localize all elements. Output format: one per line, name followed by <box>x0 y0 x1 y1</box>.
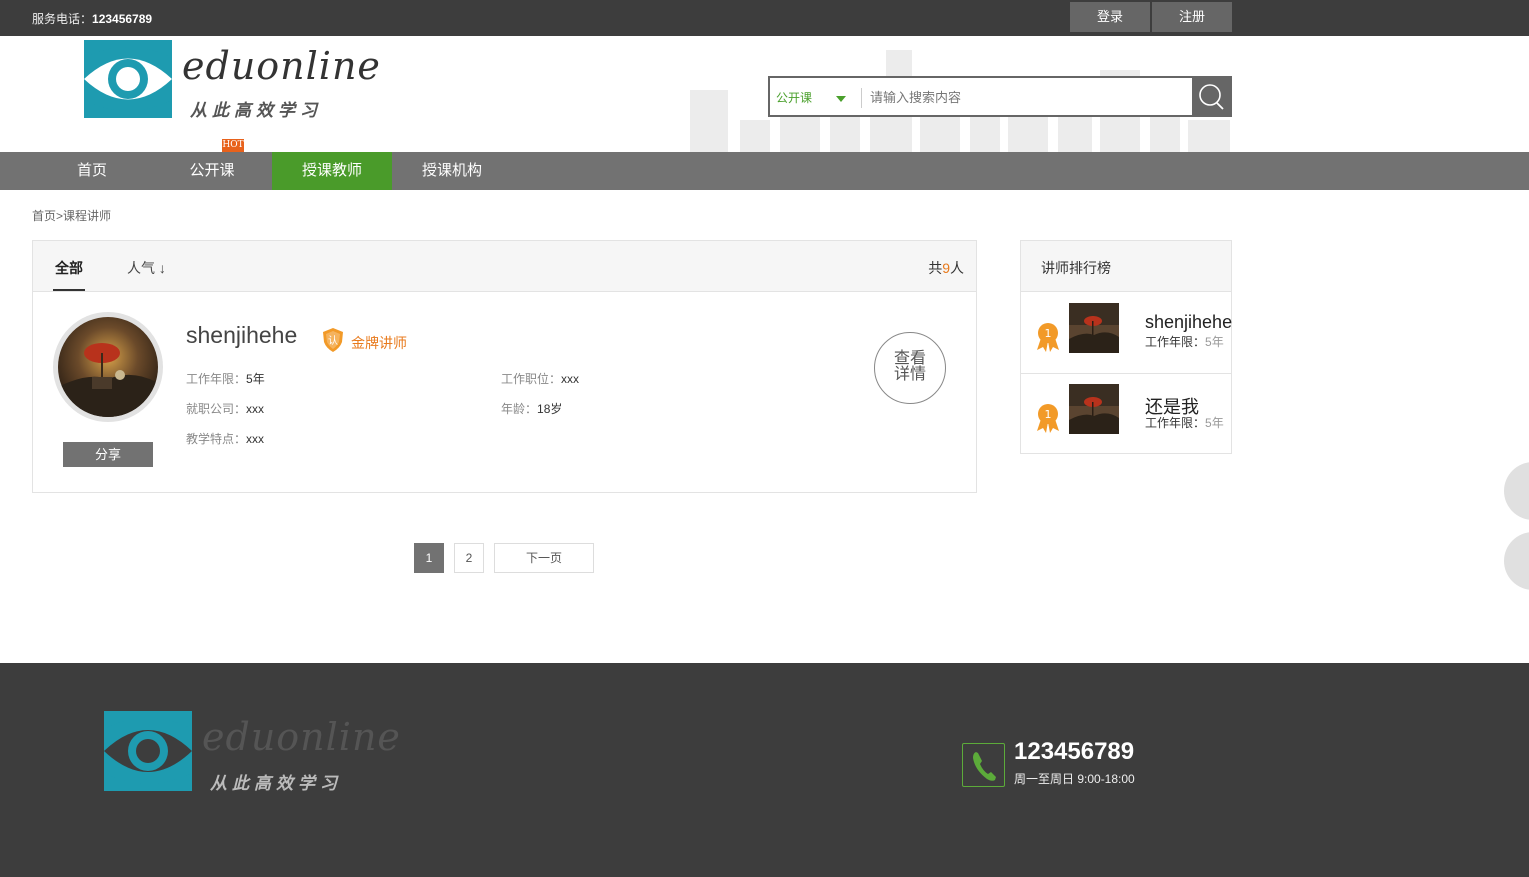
age-field: 年龄：18岁 <box>501 400 562 417</box>
ranking-avatar[interactable] <box>1069 303 1119 353</box>
ranking-teacher-photo <box>1069 303 1119 353</box>
floating-top-button[interactable] <box>1504 532 1529 590</box>
ranking-item[interactable]: 1 还是我 工作年限：5年 <box>1021 374 1231 454</box>
footer: eduonline 从此高效学习 123456789 周一至周日 9:00-18… <box>0 663 1529 877</box>
gold-medal-shield-icon: 认 <box>323 328 343 352</box>
result-count-number: 9 <box>942 260 950 276</box>
nav-item-institutions[interactable]: 授课机构 <box>392 152 512 190</box>
ranking-teacher-name[interactable]: shenjihehe <box>1145 312 1232 333</box>
tab-popularity[interactable]: 人气 ↓ <box>127 258 166 278</box>
teacher-name[interactable]: shenjihehe <box>186 322 297 349</box>
teacher-list-panel: 全部 人气 ↓ 共9人 分享 shenjihehe 认 金牌讲师 工作年限：5年… <box>32 240 977 493</box>
work-years-value: 5年 <box>246 372 265 386</box>
breadcrumb-separator: > <box>56 209 64 223</box>
breadcrumb-current: 课程讲师 <box>63 209 112 223</box>
teaching-feature-label: 教学特点： <box>186 432 247 446</box>
footer-logo-slogan: 从此高效学习 <box>210 774 342 794</box>
ranking-work-years-label: 工作年限： <box>1145 416 1206 430</box>
ranking-avatar[interactable] <box>1069 384 1119 434</box>
ranking-work-years-label: 工作年限： <box>1145 335 1206 349</box>
position-field: 工作职位：xxx <box>501 370 579 387</box>
floating-contact-button[interactable] <box>1504 462 1529 520</box>
chevron-down-icon[interactable] <box>836 96 846 102</box>
register-button[interactable]: 注册 <box>1152 2 1232 32</box>
logo-text: eduonline <box>182 44 381 88</box>
share-button[interactable]: 分享 <box>63 442 153 467</box>
result-count-suffix: 人 <box>950 260 964 276</box>
ranking-title: 讲师排行榜 <box>1021 241 1231 292</box>
hot-badge: HOT <box>222 139 244 152</box>
page-button-2[interactable]: 2 <box>454 543 484 573</box>
breadcrumb-home-link[interactable]: 首页 <box>32 209 56 223</box>
search-input[interactable] <box>870 86 1180 108</box>
position-value: xxx <box>561 372 580 386</box>
view-details-label-line2: 详情 <box>893 366 926 383</box>
svg-text:认: 认 <box>328 334 338 347</box>
header: eduonline 从此高效学习 公开课 <box>0 36 1529 152</box>
tab-all[interactable]: 全部 <box>55 258 83 278</box>
top-bar: 服务电话：123456789 登录 注册 <box>0 0 1529 36</box>
main-nav: 首页 公开课 授课教师 授课机构 <box>0 152 1529 190</box>
teaching-feature-field: 教学特点：xxx <box>186 430 264 447</box>
search-box: 公开课 <box>768 76 1232 117</box>
logo-icon[interactable] <box>84 40 172 118</box>
service-phone: 服务电话：123456789 <box>32 10 152 27</box>
teacher-photo <box>58 317 158 417</box>
next-page-button[interactable]: 下一页 <box>494 543 594 573</box>
footer-phone-number: 123456789 <box>1014 738 1135 765</box>
ranking-work-years-value: 5年 <box>1205 335 1224 349</box>
search-divider <box>861 88 862 108</box>
footer-service-hours: 周一至周日 9:00-18:00 <box>1014 772 1135 786</box>
work-years-field: 工作年限：5年 <box>186 370 265 387</box>
view-details-label-line1: 查看 <box>893 350 926 367</box>
filter-tabs: 全部 人气 ↓ 共9人 <box>33 241 976 292</box>
ranking-item[interactable]: 1 shenjihehe 工作年限：5年 <box>1021 293 1232 373</box>
teacher-ranking-panel: 讲师排行榜 1 shenjihehe 工作年限：5年 1 还是我 工作年限：5年 <box>1020 240 1232 454</box>
company-value: xxx <box>246 402 265 416</box>
service-phone-number: 123456789 <box>92 12 153 26</box>
company-field: 就职公司：xxx <box>186 400 264 417</box>
rank-medal-icon: 1 <box>1037 404 1059 433</box>
teaching-feature-value: xxx <box>246 432 265 446</box>
breadcrumb: 首页>课程讲师 <box>32 207 111 224</box>
ranking-work-years: 工作年限：5年 <box>1145 333 1224 350</box>
rank-number: 1 <box>1045 327 1052 340</box>
search-icon <box>1199 84 1224 110</box>
service-phone-label: 服务电话： <box>32 12 93 26</box>
search-button[interactable] <box>1192 76 1232 117</box>
active-tab-indicator <box>53 289 85 291</box>
search-category-select[interactable]: 公开课 <box>776 89 812 106</box>
view-details-button[interactable]: 查看 详情 <box>874 332 946 404</box>
ranking-work-years-value: 5年 <box>1205 416 1224 430</box>
company-label: 就职公司： <box>186 402 247 416</box>
footer-logo-text: eduonline <box>202 715 401 759</box>
avatar[interactable] <box>53 312 163 422</box>
rank-medal-icon: 1 <box>1037 323 1059 352</box>
position-label: 工作职位： <box>501 372 562 386</box>
phone-icon <box>962 743 1005 787</box>
teacher-level-badge: 金牌讲师 <box>351 335 407 351</box>
nav-item-home[interactable]: 首页 <box>32 152 152 190</box>
age-label: 年龄： <box>501 402 538 416</box>
work-years-label: 工作年限： <box>186 372 247 386</box>
page-button-1[interactable]: 1 <box>414 543 444 573</box>
nav-item-open-courses[interactable]: 公开课 <box>152 152 272 190</box>
ranking-work-years: 工作年限：5年 <box>1145 414 1224 431</box>
rank-number: 1 <box>1045 408 1052 421</box>
result-count: 共9人 <box>928 258 964 278</box>
age-value: 18岁 <box>537 402 563 416</box>
logo-slogan: 从此高效学习 <box>190 101 322 121</box>
result-count-prefix: 共 <box>928 260 943 276</box>
footer-logo-icon[interactable] <box>104 711 192 791</box>
ranking-teacher-photo <box>1069 384 1119 434</box>
login-button[interactable]: 登录 <box>1070 2 1150 32</box>
nav-item-teachers[interactable]: 授课教师 <box>272 152 392 190</box>
